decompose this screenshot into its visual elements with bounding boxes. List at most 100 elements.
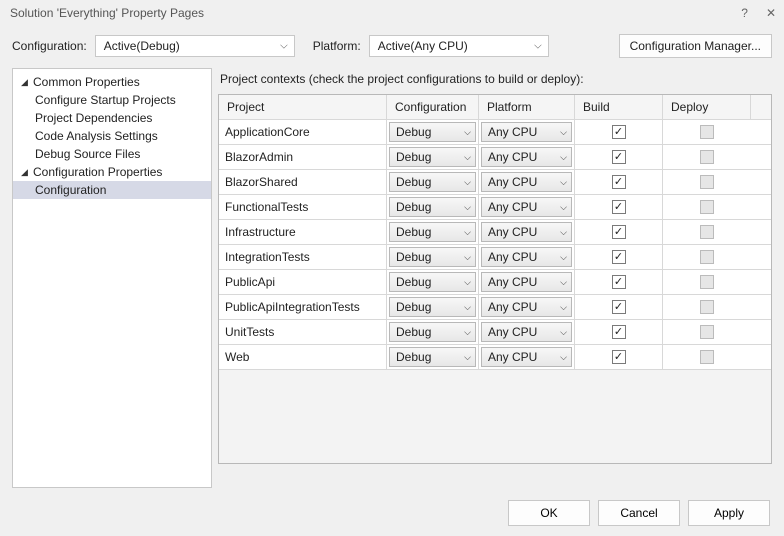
chevron-down-icon: ◢ xyxy=(21,167,31,178)
build-checkbox[interactable]: ✓ xyxy=(612,275,626,289)
tree-node-code-analysis[interactable]: Code Analysis Settings xyxy=(13,127,211,145)
project-name-cell: ApplicationCore xyxy=(219,120,387,144)
platform-dropdown[interactable]: Any CPU⌵ xyxy=(481,297,572,317)
chevron-down-icon: ⌵ xyxy=(560,277,567,288)
deploy-checkbox[interactable] xyxy=(700,225,714,239)
tree-node-configure-startup[interactable]: Configure Startup Projects xyxy=(13,91,211,109)
apply-button[interactable]: Apply xyxy=(688,500,770,526)
help-icon[interactable]: ? xyxy=(741,6,748,20)
chevron-down-icon: ⌵ xyxy=(464,327,471,338)
build-cell: ✓ xyxy=(575,120,663,144)
platform-cell: Any CPU⌵ xyxy=(479,245,575,269)
project-name-cell: Web xyxy=(219,345,387,369)
deploy-checkbox[interactable] xyxy=(700,125,714,139)
deploy-cell xyxy=(663,195,751,219)
chevron-down-icon: ⌵ xyxy=(560,152,567,163)
table-row: IntegrationTestsDebug⌵Any CPU⌵ ✓ xyxy=(219,245,771,270)
configuration-dropdown[interactable]: Debug⌵ xyxy=(389,347,476,367)
configuration-dropdown[interactable]: Debug⌵ xyxy=(389,272,476,292)
deploy-checkbox[interactable] xyxy=(700,250,714,264)
tree-node-configuration-properties[interactable]: ◢ Configuration Properties xyxy=(13,163,211,181)
configuration-manager-button[interactable]: Configuration Manager... xyxy=(619,34,772,58)
close-icon[interactable]: ✕ xyxy=(766,6,776,20)
configuration-dropdown[interactable]: Debug⌵ xyxy=(389,322,476,342)
configuration-dropdown[interactable]: Debug⌵ xyxy=(389,247,476,267)
platform-dropdown[interactable]: Any CPU⌵ xyxy=(481,147,572,167)
platform-dropdown[interactable]: Any CPU⌵ xyxy=(481,347,572,367)
chevron-down-icon: ⌵ xyxy=(534,41,542,52)
tree-node-debug-source[interactable]: Debug Source Files xyxy=(13,145,211,163)
configuration-dropdown[interactable]: Debug⌵ xyxy=(389,222,476,242)
header-build[interactable]: Build xyxy=(575,95,663,119)
chevron-down-icon: ⌵ xyxy=(464,352,471,363)
deploy-cell xyxy=(663,170,751,194)
build-checkbox[interactable]: ✓ xyxy=(612,125,626,139)
titlebar: Solution 'Everything' Property Pages ? ✕ xyxy=(0,0,784,26)
platform-cell: Any CPU⌵ xyxy=(479,220,575,244)
build-checkbox[interactable]: ✓ xyxy=(612,175,626,189)
deploy-checkbox[interactable] xyxy=(700,150,714,164)
configuration-dropdown[interactable]: Debug⌵ xyxy=(389,172,476,192)
chevron-down-icon: ⌵ xyxy=(560,127,567,138)
deploy-checkbox[interactable] xyxy=(700,175,714,189)
cancel-button[interactable]: Cancel xyxy=(598,500,680,526)
chevron-down-icon: ◢ xyxy=(21,77,31,88)
deploy-cell xyxy=(663,270,751,294)
configuration-cell: Debug⌵ xyxy=(387,145,479,169)
table-row: BlazorSharedDebug⌵Any CPU⌵✓ xyxy=(219,170,771,195)
platform-dropdown[interactable]: Any CPU⌵ xyxy=(481,272,572,292)
deploy-checkbox[interactable] xyxy=(700,325,714,339)
tree-node-project-dependencies[interactable]: Project Dependencies xyxy=(13,109,211,127)
build-checkbox[interactable]: ✓ xyxy=(612,200,626,214)
platform-dropdown[interactable]: Any CPU⌵ xyxy=(481,172,572,192)
platform-cell: Any CPU⌵ xyxy=(479,320,575,344)
configuration-dropdown[interactable]: Debug⌵ xyxy=(389,197,476,217)
deploy-checkbox[interactable] xyxy=(700,200,714,214)
project-name-cell: BlazorAdmin xyxy=(219,145,387,169)
header-deploy[interactable]: Deploy xyxy=(663,95,751,119)
build-checkbox[interactable]: ✓ xyxy=(612,300,626,314)
build-checkbox[interactable]: ✓ xyxy=(612,350,626,364)
header-platform[interactable]: Platform xyxy=(479,95,575,119)
project-name-cell: UnitTests xyxy=(219,320,387,344)
tree-node-common-properties[interactable]: ◢ Common Properties xyxy=(13,73,211,91)
nav-tree[interactable]: ◢ Common Properties Configure Startup Pr… xyxy=(12,68,212,488)
deploy-cell xyxy=(663,220,751,244)
tree-node-configuration[interactable]: Configuration xyxy=(13,181,211,199)
project-name-cell: IntegrationTests xyxy=(219,245,387,269)
deploy-checkbox[interactable] xyxy=(700,300,714,314)
configuration-dropdown[interactable]: Debug⌵ xyxy=(389,122,476,142)
deploy-cell xyxy=(663,120,751,144)
project-name-cell: PublicApiIntegrationTests xyxy=(219,295,387,319)
toolbar: Configuration: Active(Debug) ⌵ Platform:… xyxy=(0,26,784,68)
platform-dropdown[interactable]: Any CPU⌵ xyxy=(481,122,572,142)
build-checkbox[interactable]: ✓ xyxy=(612,225,626,239)
table-row: BlazorAdminDebug⌵Any CPU⌵ ✓ xyxy=(219,145,771,170)
grid-header-row: Project Configuration Platform Build Dep… xyxy=(219,95,771,120)
grid-filler xyxy=(219,370,771,463)
configuration-dropdown[interactable]: Debug⌵ xyxy=(389,297,476,317)
chevron-down-icon: ⌵ xyxy=(464,277,471,288)
header-project[interactable]: Project xyxy=(219,95,387,119)
build-checkbox[interactable]: ✓ xyxy=(612,325,626,339)
build-cell: ✓ xyxy=(575,245,663,269)
build-cell: ✓ xyxy=(575,270,663,294)
table-row: UnitTestsDebug⌵Any CPU⌵ ✓ xyxy=(219,320,771,345)
platform-dropdown[interactable]: Any CPU⌵ xyxy=(481,197,572,217)
deploy-checkbox[interactable] xyxy=(700,275,714,289)
chevron-down-icon: ⌵ xyxy=(280,41,288,52)
build-checkbox[interactable]: ✓ xyxy=(612,250,626,264)
build-checkbox[interactable]: ✓ xyxy=(612,150,626,164)
platform-combo[interactable]: Active(Any CPU) ⌵ xyxy=(369,35,549,57)
ok-button[interactable]: OK xyxy=(508,500,590,526)
platform-dropdown[interactable]: Any CPU⌵ xyxy=(481,247,572,267)
configuration-cell: Debug⌵ xyxy=(387,120,479,144)
platform-dropdown[interactable]: Any CPU⌵ xyxy=(481,322,572,342)
configuration-combo[interactable]: Active(Debug) ⌵ xyxy=(95,35,295,57)
header-configuration[interactable]: Configuration xyxy=(387,95,479,119)
chevron-down-icon: ⌵ xyxy=(560,302,567,313)
platform-dropdown[interactable]: Any CPU⌵ xyxy=(481,222,572,242)
platform-label: Platform: xyxy=(313,39,361,53)
configuration-dropdown[interactable]: Debug⌵ xyxy=(389,147,476,167)
deploy-checkbox[interactable] xyxy=(700,350,714,364)
